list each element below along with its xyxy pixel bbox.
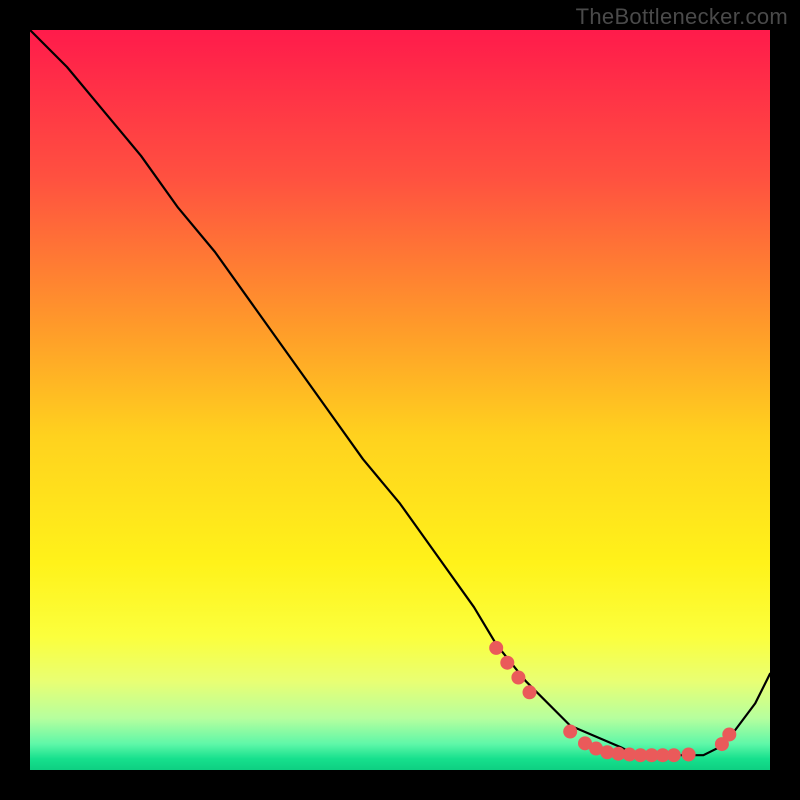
- marker-dot: [500, 656, 514, 670]
- chart-stage: TheBottlenecker.com: [0, 0, 800, 800]
- marker-dot: [511, 671, 525, 685]
- chart-plot: [30, 30, 770, 770]
- marker-dot: [563, 725, 577, 739]
- attribution-label: TheBottlenecker.com: [576, 4, 788, 30]
- marker-dot: [722, 727, 736, 741]
- marker-dot: [489, 641, 503, 655]
- gradient-background: [30, 30, 770, 770]
- marker-dot: [682, 747, 696, 761]
- chart-svg: [30, 30, 770, 770]
- marker-dot: [523, 685, 537, 699]
- marker-dot: [667, 748, 681, 762]
